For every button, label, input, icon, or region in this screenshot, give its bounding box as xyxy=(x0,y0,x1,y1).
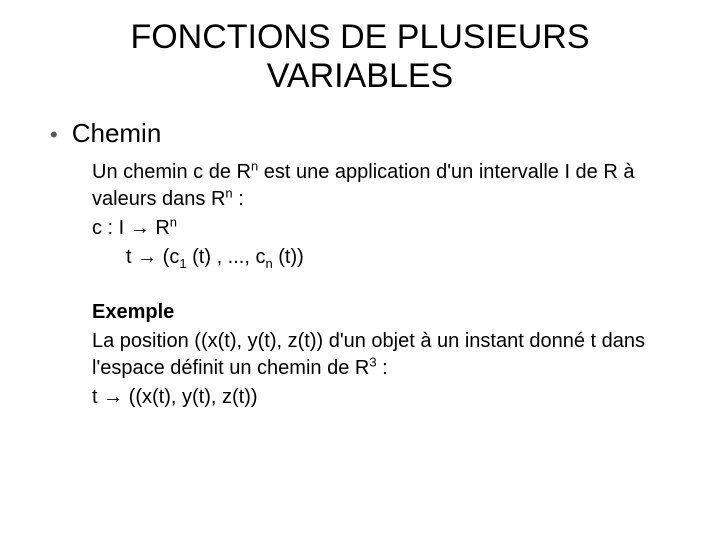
map2-mid: (t) , ..., c xyxy=(187,246,266,268)
map-line-2: t → (c1 (t) , ..., cn (t)) xyxy=(92,244,680,271)
section-heading-row: • Chemin xyxy=(50,118,680,149)
ex-post: : xyxy=(377,357,388,379)
map1-pre: c : I → R xyxy=(92,217,170,239)
example-block: Exemple La position ((x(t), y(t), z(t)) … xyxy=(92,299,680,411)
example-line-1: La position ((x(t), y(t), z(t)) d'un obj… xyxy=(92,328,680,382)
section-heading: Chemin xyxy=(72,118,162,149)
title-line-2: VARIABLES xyxy=(267,57,453,95)
bullet-icon: • xyxy=(50,124,58,146)
map2-post: (t)) xyxy=(273,246,304,268)
section: • Chemin Un chemin c de Rn est une appli… xyxy=(50,118,680,411)
map2-pre: t → (c xyxy=(126,246,179,268)
map2-sub1: 1 xyxy=(179,256,186,271)
definition-text: Un chemin c de Rn est une application d'… xyxy=(92,159,680,213)
map1-sup: n xyxy=(170,215,177,230)
def-sup-n2: n xyxy=(225,186,232,201)
map2-sub2: n xyxy=(265,256,272,271)
slide-title: FONCTIONS DE PLUSIEURS VARIABLES xyxy=(40,18,680,96)
example-label: Exemple xyxy=(92,299,680,326)
section-body: Un chemin c de Rn est une application d'… xyxy=(92,159,680,411)
example-line-2: t → ((x(t), y(t), z(t)) xyxy=(92,384,680,411)
def-post: : xyxy=(233,188,244,210)
map-line-1: c : I → Rn xyxy=(92,215,680,242)
ex-sup: 3 xyxy=(369,355,376,370)
title-line-1: FONCTIONS DE PLUSIEURS xyxy=(130,18,589,56)
def-pre: Un chemin c de R xyxy=(92,161,251,183)
